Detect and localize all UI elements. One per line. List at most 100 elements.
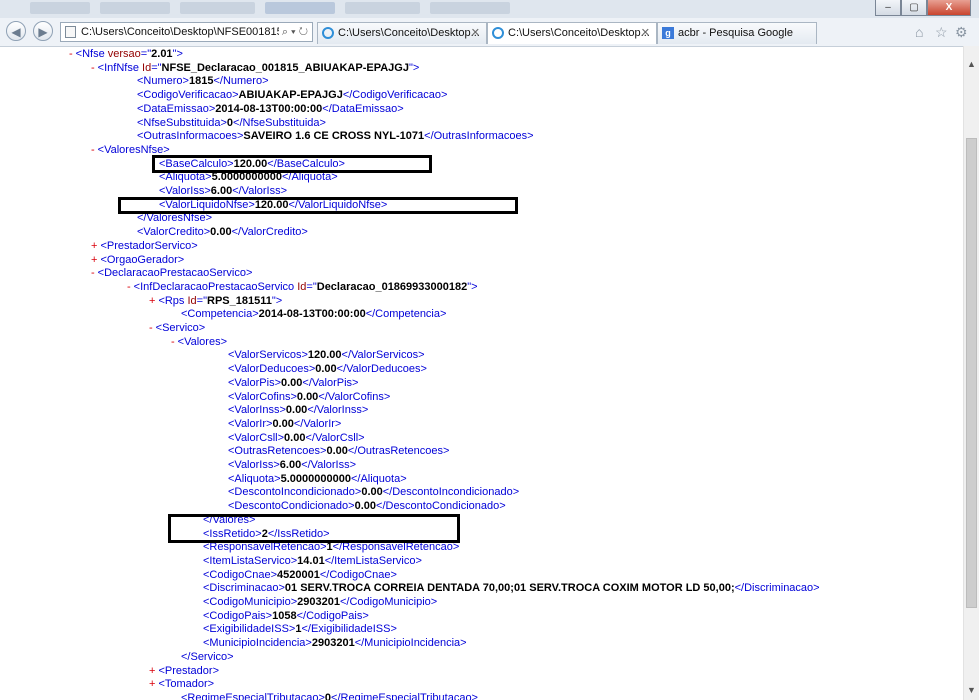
xml-line: <ValorDeducoes>0.00</ValorDeducoes>	[228, 363, 427, 376]
minimize-button[interactable]: –	[875, 0, 901, 16]
tab-2[interactable]: C:\Users\Conceito\Desktop... ✕	[487, 22, 657, 44]
close-button[interactable]: X	[927, 0, 971, 16]
collapse-toggle[interactable]: -	[91, 267, 95, 279]
xml-tag-open: <OutrasInformacoes>	[137, 130, 244, 143]
xml-tag-close: </OutrasInformacoes>	[424, 130, 534, 143]
xml-value: SAVEIRO 1.6 CE CROSS NYL-1071	[243, 130, 425, 143]
tab-3[interactable]: g acbr - Pesquisa Google	[657, 22, 817, 44]
xml-tag-close: </CodigoMunicipio>	[340, 596, 438, 608]
collapse-toggle[interactable]: -	[149, 322, 153, 334]
xml-tag-open: <Discriminacao>	[203, 582, 285, 595]
collapse-toggle[interactable]: -	[91, 144, 95, 156]
expand-toggle[interactable]: +	[91, 254, 97, 266]
xml-tag-open: <ValorCsll>	[228, 431, 285, 444]
window-controls: – ▢ X	[875, 0, 971, 16]
xml-line: - <Valores>	[171, 336, 227, 349]
tab-label: C:\Users\Conceito\Desktop...	[338, 27, 480, 39]
xml-line: - <InfNfse Id="NFSE_Declaracao_001815_ABI…	[91, 62, 419, 75]
xml-tag-open: <InfNfse	[97, 61, 139, 74]
xml-value: 01 SERV.TROCA CORREIA DENTADA 70,00;01 S…	[284, 582, 735, 595]
xml-attr-name: versao	[104, 48, 141, 60]
xml-line: + <PrestadorServico>	[91, 240, 198, 253]
xml-line: <ValorServicos>120.00</ValorServicos>	[228, 349, 425, 362]
xml-tag-open: <PrestadorServico	[100, 239, 192, 252]
xml-tag-open: <Tomador	[158, 678, 208, 691]
xml-punct: >	[412, 61, 420, 74]
xml-tag-open: <CodigoVerificacao>	[137, 89, 239, 102]
xml-line: </Servico>	[181, 651, 234, 664]
forward-button[interactable]: ▶	[33, 21, 53, 41]
xml-tag-open: <Rps	[158, 294, 185, 307]
xml-line: + <Prestador>	[149, 665, 219, 678]
scroll-up-arrow-icon[interactable]: ▲	[964, 56, 979, 72]
xml-tag-close: </ValorIss>	[232, 185, 288, 197]
xml-tag-close: </DescontoCondicionado>	[376, 500, 506, 513]
blurred-taskbar-item	[265, 2, 335, 14]
xml-tag-open: <Servico	[155, 322, 199, 334]
xml-line: + <OrgaoGerador>	[91, 254, 184, 267]
xml-tag-open: <ValorIss>	[228, 459, 280, 471]
expand-toggle[interactable]: +	[91, 240, 97, 252]
home-icon[interactable]: ⌂	[915, 24, 923, 40]
back-button[interactable]: ◀	[6, 21, 26, 41]
scroll-down-arrow-icon[interactable]: ▼	[964, 682, 979, 698]
xml-tag-open: <DescontoCondicionado>	[228, 500, 355, 513]
xml-line: <Numero>1815</Numero>	[137, 75, 269, 88]
xml-attr-name: Id	[138, 61, 152, 74]
xml-line: </ValoresNfse>	[137, 212, 212, 225]
gear-icon[interactable]: ⚙	[955, 24, 968, 41]
xml-line: - <DeclaracaoPrestacaoServico>	[91, 267, 252, 280]
expand-toggle[interactable]: +	[149, 295, 155, 307]
xml-attr-value: NFSE_Declaracao_001815_ABIUAKAP-EPAJGJ	[161, 61, 409, 74]
window-title-bar: – ▢ X	[0, 0, 979, 18]
xml-tag-open: <Nfse	[75, 48, 105, 60]
xml-punct: ="	[151, 61, 162, 74]
xml-value: 1058	[272, 609, 297, 622]
tab-close-icon[interactable]: ✕	[641, 23, 650, 43]
xml-tag-close: </MunicipioIncidencia>	[354, 637, 467, 650]
blurred-taskbar-item	[430, 2, 510, 14]
xml-tag-close: </CodigoCnae>	[319, 568, 397, 581]
collapse-toggle[interactable]: -	[69, 48, 73, 60]
collapse-toggle[interactable]: -	[171, 336, 175, 348]
scroll-thumb[interactable]	[966, 138, 977, 608]
xml-value: 14.01	[297, 554, 325, 567]
xml-tag-close: </ValorIss>	[301, 459, 357, 471]
vertical-scrollbar[interactable]: ▲ ▼	[963, 46, 979, 700]
address-bar[interactable]: C:\Users\Conceito\Desktop\NFSE001815. ⌕ …	[60, 22, 313, 42]
xml-line: <Aliquota>5.0000000000</Aliquota>	[228, 473, 407, 486]
star-icon[interactable]: ☆	[935, 24, 948, 41]
xml-punct: ="	[140, 48, 152, 60]
xml-tag-close: </OutrasRetencoes>	[347, 445, 450, 458]
address-controls[interactable]: ⌕ ▾ ↻	[278, 23, 308, 41]
xml-tag-close: </ValorCofins>	[318, 390, 391, 403]
xml-tag-open: <ValorInss>	[228, 404, 286, 417]
expand-toggle[interactable]: +	[149, 678, 155, 690]
xml-attr-name: Id	[294, 280, 307, 293]
collapse-toggle[interactable]: -	[91, 62, 95, 74]
highlight-box-basecalculo	[152, 155, 432, 173]
xml-line: - <Servico>	[149, 322, 205, 335]
xml-tag-open: <Aliquota>	[228, 472, 281, 485]
xml-line: <ValorCredito>0.00</ValorCredito>	[137, 226, 308, 239]
maximize-button[interactable]: ▢	[901, 0, 927, 16]
highlight-box-valorliquidonfse	[118, 197, 518, 214]
collapse-toggle[interactable]: -	[127, 281, 131, 293]
xml-line: <CodigoMunicipio>2903201</CodigoMunicipi…	[203, 596, 437, 609]
xml-value: 120.00	[307, 349, 342, 362]
tab-1[interactable]: C:\Users\Conceito\Desktop... ✕	[317, 22, 487, 44]
xml-line: <RegimeEspecialTributacao>0</RegimeEspec…	[181, 692, 478, 700]
expand-toggle[interactable]: +	[149, 665, 155, 677]
xml-value: 0.00	[285, 404, 308, 417]
xml-line: + <Tomador>	[149, 678, 214, 691]
xml-line: <ItemListaServico>14.01</ItemListaServic…	[203, 555, 422, 568]
xml-tag-close: </DescontoIncondicionado>	[382, 486, 520, 499]
xml-tag-close: </ValorServicos>	[341, 349, 425, 362]
xml-line: + <Rps Id="RPS_181511">	[149, 295, 282, 308]
xml-tag-close: </ValorDeducoes>	[336, 363, 427, 376]
xml-tag-open: <CodigoMunicipio>	[203, 596, 298, 608]
tab-close-icon[interactable]: ✕	[471, 23, 480, 43]
xml-line: <Competencia>2014-08-13T00:00:00</Compet…	[181, 308, 446, 321]
xml-tag-open: <ValorCofins>	[228, 390, 297, 403]
xml-value: 4520001	[277, 568, 320, 581]
